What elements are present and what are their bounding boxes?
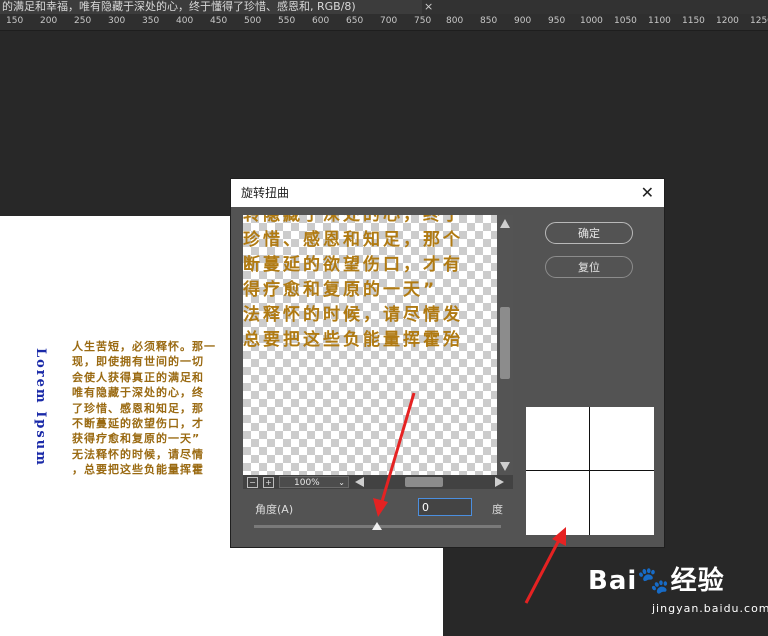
poem-line: 会使人获得真正的满足和 [72,370,204,384]
grid-horizontal-line [526,470,654,471]
baidu-watermark: Bai🐾经验 jingyan.baidu.com [588,560,768,628]
ruler-tick: 1000 [580,16,603,26]
ruler-tick: 250 [74,16,92,26]
ruler-tick: 750 [414,16,432,26]
zoom-out-icon[interactable]: − [247,477,258,488]
scroll-left-icon[interactable] [355,477,364,487]
tab-close-icon[interactable]: × [424,0,433,14]
grid-vertical-line [589,407,590,535]
ruler-tick: 550 [278,16,296,26]
ruler-tick: 450 [210,16,228,26]
ruler-tick: 1150 [682,16,705,26]
zoom-select[interactable]: 100% ⌄ [279,476,349,488]
vertical-title: Lorem Ipsum [33,348,48,467]
poem-text-block: 人生苦短，必须释怀。那一 现，即使拥有世间的一切 会使人获得真正的满足和 唯有隐… [72,339,232,478]
twirl-dialog: 旋转扭曲 ✕ 转隐藏于深处的心，终于 珍惜、感恩和知足，那个 断蔓延的欲望伤口，… [230,178,665,548]
ruler-tick: 1200 [716,16,739,26]
preview-line: 断蔓延的欲望伤口，才有 [243,255,463,275]
scroll-right-icon[interactable] [495,477,504,487]
dialog-title-bar[interactable]: 旋转扭曲 ✕ [231,179,664,207]
ruler-tick: 400 [176,16,194,26]
ruler-tick: 900 [514,16,532,26]
preview-line: 转隐藏于深处的心，终于 [243,215,463,225]
vertical-scroll-thumb[interactable] [500,307,510,379]
preview-line: 得疗愈和复原的一天” [243,280,438,300]
close-icon[interactable]: ✕ [641,179,654,207]
angle-input[interactable] [418,498,472,516]
filter-preview[interactable]: 转隐藏于深处的心，终于 珍惜、感恩和知足，那个 断蔓延的欲望伤口，才有 得疗愈和… [243,215,513,475]
preview-text: 转隐藏于深处的心，终于 珍惜、感恩和知足，那个 断蔓延的欲望伤口，才有 得疗愈和… [243,215,499,353]
ruler-tick: 150 [6,16,24,26]
zoom-in-icon[interactable]: + [263,477,274,488]
scroll-up-icon[interactable] [500,219,510,228]
document-title-bar: 的满足和幸福，唯有隐藏于深处的心，终于懂得了珍惜、感恩和, RGB/8) × [0,0,768,14]
preview-zoom-bar: − + 100% ⌄ [243,475,513,489]
ruler-tick: 1100 [648,16,671,26]
preview-line: 法释怀的时候，请尽情发 [243,305,463,325]
preview-line: 总要把这些负能量挥霍殆 [243,330,463,350]
ruler-tick: 300 [108,16,126,26]
horizontal-ruler: 150 200 250 300 350 400 450 500 550 600 … [0,14,768,31]
poem-line: 不断蔓延的欲望伤口，才 [72,417,204,431]
document-tab[interactable]: 的满足和幸福，唯有隐藏于深处的心，终于懂得了珍惜、感恩和, RGB/8) [0,0,422,14]
poem-line: 了珍惜、感恩和知足，那 [72,401,204,415]
ruler-tick: 600 [312,16,330,26]
angle-label: 角度(A) [255,503,294,516]
watermark-brand: Bai🐾经验 [588,566,725,596]
ruler-tick: 350 [142,16,160,26]
document-tab-title: 的满足和幸福，唯有隐藏于深处的心，终于懂得了珍惜、感恩和, RGB/8) [2,0,356,13]
ok-button[interactable]: 确定 [545,222,633,244]
ruler-tick: 850 [480,16,498,26]
ruler-tick: 650 [346,16,364,26]
preview-line: 珍惜、感恩和知足，那个 [243,230,463,250]
watermark-url: jingyan.baidu.com [652,602,768,615]
poem-line: 人生苦短，必须释怀。那一 [72,340,216,353]
ruler-tick: 500 [244,16,262,26]
ruler-tick: 1050 [614,16,637,26]
preview-vertical-scrollbar[interactable] [497,215,513,475]
chevron-down-icon[interactable]: ⌄ [338,477,345,489]
ruler-tick: 950 [548,16,566,26]
zoom-value: 100% [294,478,320,488]
poem-line: 现，即使拥有世间的一切 [72,355,204,369]
dialog-title: 旋转扭曲 [241,186,290,200]
ruler-tick: 700 [380,16,398,26]
ruler-tick: 200 [40,16,58,26]
horizontal-scroll-thumb[interactable] [405,477,443,487]
reset-button[interactable]: 复位 [545,256,633,278]
ruler-tick: 1250 [750,16,768,26]
angle-unit: 度 [492,503,503,516]
slider-thumb-icon[interactable] [372,522,382,530]
poem-line: 获得疗愈和复原的一天” [72,432,201,446]
poem-line: 无法释怀的时候，请尽情 [72,447,204,461]
poem-line: ，总要把这些负能量挥霍 [72,463,204,477]
ruler-tick: 800 [446,16,464,26]
poem-line: 唯有隐藏于深处的心，终 [72,386,204,400]
scroll-down-icon[interactable] [500,462,510,471]
twirl-grid-preview [526,407,654,535]
